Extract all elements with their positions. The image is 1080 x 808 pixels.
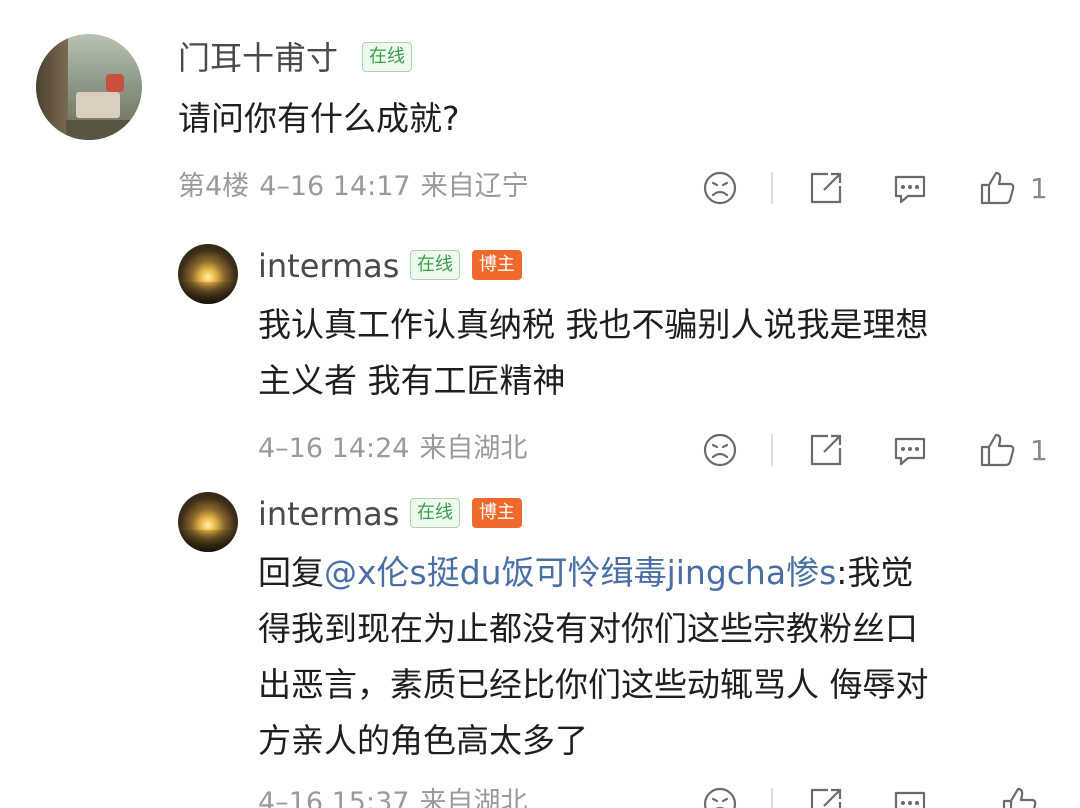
location: 来自湖北 xyxy=(419,433,528,464)
avatar[interactable] xyxy=(36,34,142,140)
username[interactable]: intermas xyxy=(258,494,399,534)
divider xyxy=(771,788,773,808)
dislike-face-icon[interactable] xyxy=(700,784,740,808)
blogger-badge: 博主 xyxy=(472,498,522,528)
dislike-face-icon[interactable] xyxy=(700,430,740,470)
comment-text-line: 主义者 我有工匠精神 xyxy=(258,361,566,400)
comment-icon[interactable] xyxy=(890,430,930,470)
comment-text-line: 方亲人的角色高太多了 xyxy=(258,721,588,760)
avatar[interactable] xyxy=(178,244,238,304)
username[interactable]: intermas xyxy=(258,246,399,286)
location: 来自辽宁 xyxy=(420,171,529,202)
comment-meta: 第4楼 4–16 14:17 来自辽宁 xyxy=(178,170,539,204)
comment-text: :我觉 xyxy=(836,553,914,592)
comment-text: 请问你有什么成就? xyxy=(178,99,460,138)
thumbs-up-icon[interactable] xyxy=(978,168,1018,208)
comment-text-line: 回复@x伦s挺du饭可怜缉毒jingcha惨s:我觉 xyxy=(258,544,913,602)
comment-text-line: 出恶言，素质已经比你们这些动辄骂人 侮辱对 xyxy=(258,665,929,704)
comment-thread: 门耳十甫寸 在线 请问你有什么成就? 第4楼 4–16 14:17 来自辽宁 1 i… xyxy=(0,0,1080,808)
online-badge: 在线 xyxy=(410,498,460,528)
thumbs-up-icon[interactable] xyxy=(978,430,1018,470)
timestamp: 4–16 15:37 xyxy=(258,787,410,808)
divider xyxy=(771,172,773,204)
location: 来自湖北 xyxy=(419,787,528,808)
online-badge: 在线 xyxy=(410,250,460,280)
comment-icon[interactable] xyxy=(890,168,930,208)
online-badge: 在线 xyxy=(362,42,412,72)
comment-text-line: 得我到现在为止都没有对你们这些宗教粉丝口 xyxy=(258,609,918,648)
comment-text-line: 我认真工作认真纳税 我也不骗别人说我是理想 xyxy=(258,305,929,344)
comment-meta: 4–16 15:37 来自湖北 xyxy=(258,786,537,808)
share-icon[interactable] xyxy=(806,430,846,470)
like-count: 1 xyxy=(1030,434,1048,467)
share-icon[interactable] xyxy=(806,784,846,808)
comment-icon[interactable] xyxy=(890,784,930,808)
like-count: 1 xyxy=(1030,172,1048,205)
timestamp: 4–16 14:17 xyxy=(259,171,411,202)
username[interactable]: 门耳十甫寸 xyxy=(178,38,338,78)
timestamp: 4–16 14:24 xyxy=(258,433,410,464)
avatar[interactable] xyxy=(178,492,238,552)
reply-prefix: 回复 xyxy=(258,553,324,592)
dislike-face-icon[interactable] xyxy=(700,168,740,208)
blogger-badge: 博主 xyxy=(472,250,522,280)
floor-label: 第4楼 xyxy=(178,171,250,202)
share-icon[interactable] xyxy=(806,168,846,208)
thumbs-up-icon[interactable] xyxy=(1000,784,1040,808)
mention-link[interactable]: @x伦s挺du饭可怜缉毒jingcha惨s xyxy=(324,553,836,592)
divider xyxy=(771,434,773,466)
comment-meta: 4–16 14:24 来自湖北 xyxy=(258,432,537,466)
